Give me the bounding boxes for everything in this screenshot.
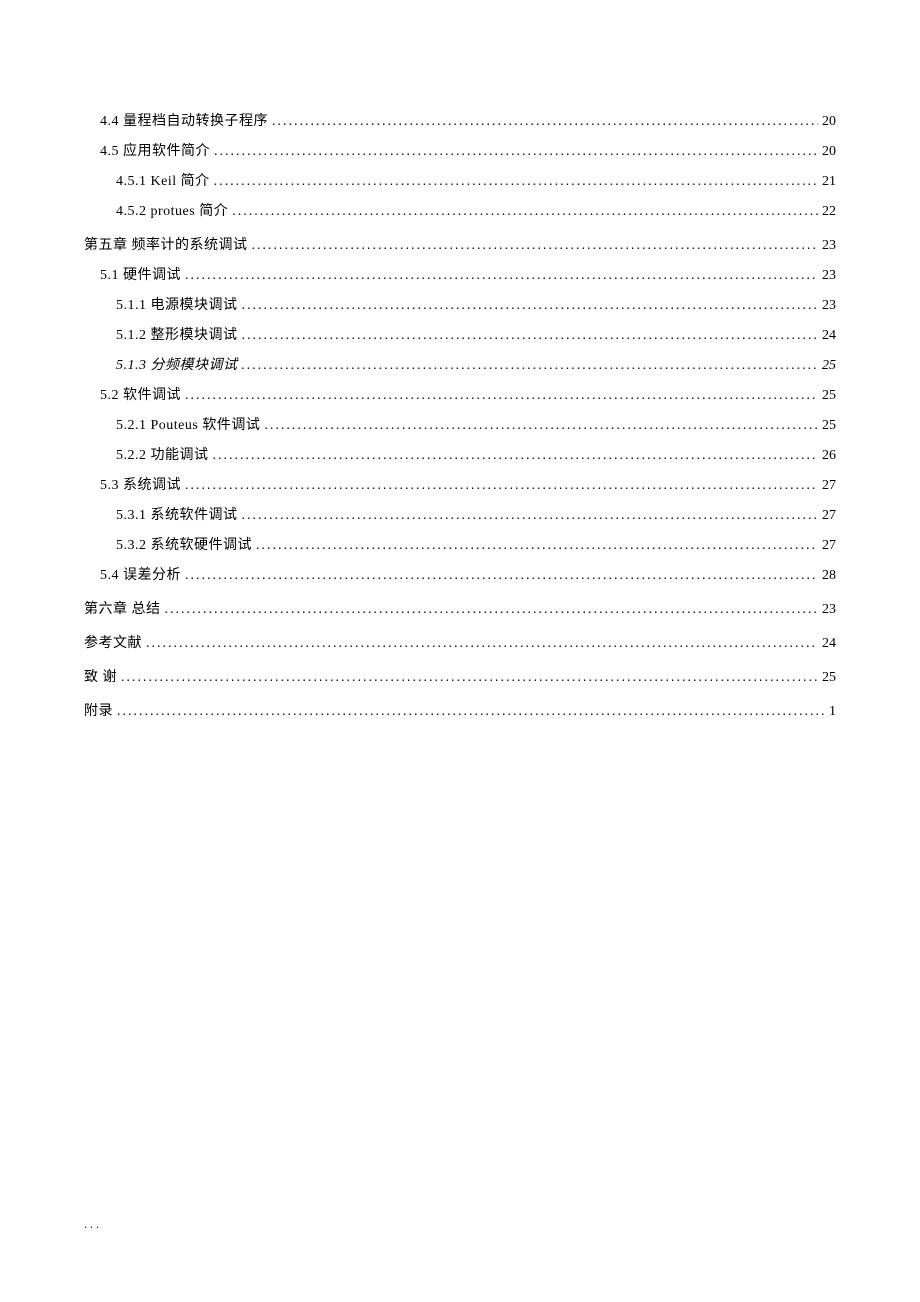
toc-entry: 致 谢 25 <box>84 666 836 686</box>
toc-page-number: 22 <box>822 204 836 220</box>
toc-entry: 5.3.1 系统软件调试 27 <box>116 504 836 524</box>
toc-leader-dots <box>214 144 818 160</box>
toc-label: 4.5.2 protues 简介 <box>116 200 228 220</box>
toc-leader-dots <box>185 268 818 284</box>
toc-page-number: 27 <box>822 538 836 554</box>
toc-entry: 5.1.3 分频模块调试 25 <box>116 354 836 374</box>
toc-label: 参考文献 <box>84 632 142 652</box>
toc-leader-dots <box>146 636 818 652</box>
toc-entry: 5.2.2 功能调试 26 <box>116 444 836 464</box>
toc-label: 第六章 总结 <box>84 598 161 618</box>
toc-entry: 4.5 应用软件简介 20 <box>100 140 836 160</box>
toc-label: 4.5 应用软件简介 <box>100 140 210 160</box>
toc-leader-dots <box>242 328 819 344</box>
toc-page-number: 23 <box>822 268 836 284</box>
toc-label: 5.3.2 系统软硬件调试 <box>116 534 252 554</box>
toc-leader-dots <box>242 358 819 374</box>
toc-label: 5.1.1 电源模块调试 <box>116 294 238 314</box>
toc-entry: 附录 1 <box>84 700 836 720</box>
toc-page-number: 20 <box>822 114 836 130</box>
toc-entry: 5.1.1 电源模块调试 23 <box>116 294 836 314</box>
toc-leader-dots <box>117 704 825 720</box>
toc-leader-dots <box>185 568 818 584</box>
toc-leader-dots <box>272 114 818 130</box>
toc-entry: 第六章 总结 23 <box>84 598 836 618</box>
toc-entry: 第五章 频率计的系统调试 23 <box>84 234 836 254</box>
toc-page-number: 27 <box>822 478 836 494</box>
toc-entry: 4.5.2 protues 简介 22 <box>116 200 836 220</box>
toc-entry: 5.1 硬件调试 23 <box>100 264 836 284</box>
toc-entry: 参考文献 24 <box>84 632 836 652</box>
toc-label: 5.1 硬件调试 <box>100 264 181 284</box>
toc-label: 5.3.1 系统软件调试 <box>116 504 238 524</box>
toc-label: 4.5.1 Keil 简介 <box>116 170 210 190</box>
toc-page-number: 23 <box>822 238 836 254</box>
toc-page-number: 20 <box>822 144 836 160</box>
toc-page-number: 24 <box>822 636 836 652</box>
toc-label: 5.1.3 分频模块调试 <box>116 354 238 374</box>
toc-label: 5.2.2 功能调试 <box>116 444 209 464</box>
toc-leader-dots <box>252 238 819 254</box>
toc-label: 5.2.1 Pouteus 软件调试 <box>116 414 260 434</box>
toc-label: 第五章 频率计的系统调试 <box>84 234 248 254</box>
toc-label: 附录 <box>84 700 113 720</box>
toc-entry: 5.2.1 Pouteus 软件调试 25 <box>116 414 836 434</box>
toc-page-number: 25 <box>822 358 836 374</box>
toc-leader-dots <box>165 602 819 618</box>
toc-page-number: 25 <box>822 670 836 686</box>
toc-entry: 5.2 软件调试 25 <box>100 384 836 404</box>
toc-page-number: 28 <box>822 568 836 584</box>
toc-entry: 4.5.1 Keil 简介 21 <box>116 170 836 190</box>
toc-label: 致 谢 <box>84 666 117 686</box>
toc-leader-dots <box>264 418 818 434</box>
toc-page-number: 25 <box>822 418 836 434</box>
toc-leader-dots <box>256 538 818 554</box>
toc-leader-dots <box>242 298 819 314</box>
toc-label: 5.2 软件调试 <box>100 384 181 404</box>
toc-entry: 5.3.2 系统软硬件调试 27 <box>116 534 836 554</box>
toc-page-number: 1 <box>829 704 836 720</box>
toc-label: 4.4 量程档自动转换子程序 <box>100 110 268 130</box>
toc-entry: 4.4 量程档自动转换子程序 20 <box>100 110 836 130</box>
toc-leader-dots <box>232 204 818 220</box>
toc-leader-dots <box>185 478 818 494</box>
toc-entry: 5.3 系统调试 27 <box>100 474 836 494</box>
toc-leader-dots <box>242 508 819 524</box>
toc-page-number: 23 <box>822 298 836 314</box>
toc-page-number: 24 <box>822 328 836 344</box>
toc-leader-dots <box>214 174 818 190</box>
toc-page-number: 21 <box>822 174 836 190</box>
toc-leader-dots <box>121 670 818 686</box>
toc-label: 5.3 系统调试 <box>100 474 181 494</box>
toc-label: 5.4 误差分析 <box>100 564 181 584</box>
toc-entry: 5.4 误差分析 28 <box>100 564 836 584</box>
footer-marks: . . . <box>84 1217 99 1232</box>
table-of-contents: 4.4 量程档自动转换子程序 20 4.5 应用软件简介 20 4.5.1 Keil 简… <box>84 110 836 720</box>
toc-page-number: 25 <box>822 388 836 404</box>
toc-entry: 5.1.2 整形模块调试 24 <box>116 324 836 344</box>
toc-label: 5.1.2 整形模块调试 <box>116 324 238 344</box>
toc-page-number: 27 <box>822 508 836 524</box>
toc-page-number: 23 <box>822 602 836 618</box>
toc-page-number: 26 <box>822 448 836 464</box>
toc-leader-dots <box>185 388 818 404</box>
toc-leader-dots <box>213 448 819 464</box>
